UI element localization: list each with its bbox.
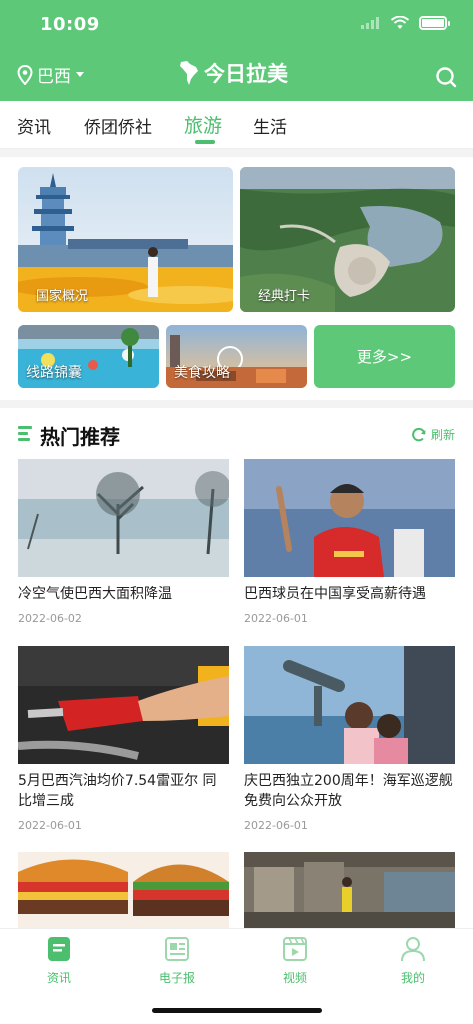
news-date: 2022-06-02 xyxy=(18,612,82,625)
news-thumbnail xyxy=(244,852,455,928)
hot-recommend-header: 热门推荐 刷新 xyxy=(0,414,473,454)
location-selector[interactable]: 巴西 xyxy=(17,62,85,87)
brand-name: 今日拉美 xyxy=(204,62,288,86)
news-thumbnail xyxy=(18,646,229,764)
tabbar-news[interactable]: 资讯 xyxy=(24,935,94,986)
football-player-image xyxy=(244,459,455,577)
frosty-field-image xyxy=(18,459,229,577)
tabbar-news-label: 资讯 xyxy=(46,971,71,985)
active-tab-indicator xyxy=(195,140,215,144)
news-thumbnail xyxy=(18,852,229,928)
status-time: 10:09 xyxy=(40,14,100,35)
app-header: 10:09 巴西 今日拉美 xyxy=(0,0,473,101)
news-title: 巴西球员在中国享受高薪待遇 xyxy=(244,586,426,602)
news-card[interactable] xyxy=(244,852,455,928)
news-date: 2022-06-01 xyxy=(244,819,308,832)
search-button[interactable] xyxy=(435,66,457,92)
tab-travel[interactable]: 旅游 xyxy=(184,111,222,138)
tile-classic-checkin[interactable]: 经典打卡 xyxy=(240,167,455,312)
news-date: 2022-06-01 xyxy=(18,819,82,832)
tile-country-overview[interactable]: 国家概况 xyxy=(18,167,233,312)
refresh-button[interactable]: 刷新 xyxy=(411,426,455,443)
news-card[interactable]: 庆巴西独立200周年！海军巡逻舰免费向公众开放 2022-06-01 xyxy=(244,646,455,832)
tile-route-label: 线路锦囊 xyxy=(26,365,82,381)
wifi-icon xyxy=(391,16,409,29)
tabbar-me[interactable]: 我的 xyxy=(378,935,448,986)
news-title: 冷空气使巴西大面积降温 xyxy=(18,586,172,602)
search-icon xyxy=(436,67,457,88)
refresh-icon xyxy=(412,427,426,441)
tile-food-label: 美食攻略 xyxy=(174,365,230,381)
latin-america-map-icon xyxy=(180,61,198,85)
news-thumbnail xyxy=(244,646,455,764)
user-icon xyxy=(401,937,425,962)
fuel-nozzle-image xyxy=(18,646,229,764)
status-icons xyxy=(361,16,450,30)
list-icon xyxy=(18,426,32,444)
news-card[interactable]: 冷空气使巴西大面积降温 2022-06-02 xyxy=(18,459,229,625)
brand-logo: 今日拉美 xyxy=(178,58,288,88)
caret-down-icon xyxy=(76,71,84,77)
news-title: 庆巴西独立200周年！海军巡逻舰免费向公众开放 xyxy=(244,773,453,809)
news-card[interactable] xyxy=(18,852,229,928)
refresh-label: 刷新 xyxy=(430,428,455,442)
tile-classic-label: 经典打卡 xyxy=(258,289,311,304)
divider xyxy=(0,149,473,157)
news-date: 2022-06-01 xyxy=(244,612,308,625)
tile-food-guide[interactable]: 美食攻略 xyxy=(166,325,307,388)
location-pin-icon xyxy=(17,64,33,85)
tile-route-guide[interactable]: 线路锦囊 xyxy=(18,325,159,388)
burger-image xyxy=(18,852,229,928)
tab-life[interactable]: 生活 xyxy=(253,113,287,138)
news-card[interactable]: 5月巴西汽油均价7.54雷亚尔 同比增三成 2022-06-01 xyxy=(18,646,229,832)
tile-country-label: 国家概况 xyxy=(36,289,89,304)
newspaper-icon xyxy=(165,937,189,961)
tab-news[interactable]: 资讯 xyxy=(17,113,51,138)
video-icon xyxy=(283,937,307,961)
divider xyxy=(0,400,473,408)
news-thumbnail xyxy=(18,459,229,577)
battery-icon xyxy=(419,16,450,30)
tabbar-epaper-label: 电子报 xyxy=(158,971,195,985)
tabbar-video[interactable]: 视频 xyxy=(260,935,330,986)
category-tabs: 资讯 侨团侨社 旅游 生活 xyxy=(0,101,473,149)
news-doc-icon xyxy=(48,937,70,961)
naval-binoculars-image xyxy=(244,646,455,764)
location-label: 巴西 xyxy=(37,67,71,87)
street-scene-image xyxy=(244,852,455,928)
tabbar-epaper[interactable]: 电子报 xyxy=(142,935,212,986)
tile-more-button[interactable]: 更多>> xyxy=(314,325,455,388)
news-title: 5月巴西汽油均价7.54雷亚尔 同比增三成 xyxy=(18,773,217,809)
tabbar-video-label: 视频 xyxy=(282,971,307,985)
signal-icon xyxy=(361,17,379,29)
section-title: 热门推荐 xyxy=(40,425,120,449)
home-indicator xyxy=(152,1008,322,1013)
tab-community[interactable]: 侨团侨社 xyxy=(84,113,152,138)
news-thumbnail xyxy=(244,459,455,577)
news-card[interactable]: 巴西球员在中国享受高薪待遇 2022-06-01 xyxy=(244,459,455,625)
tabbar-me-label: 我的 xyxy=(400,971,425,985)
